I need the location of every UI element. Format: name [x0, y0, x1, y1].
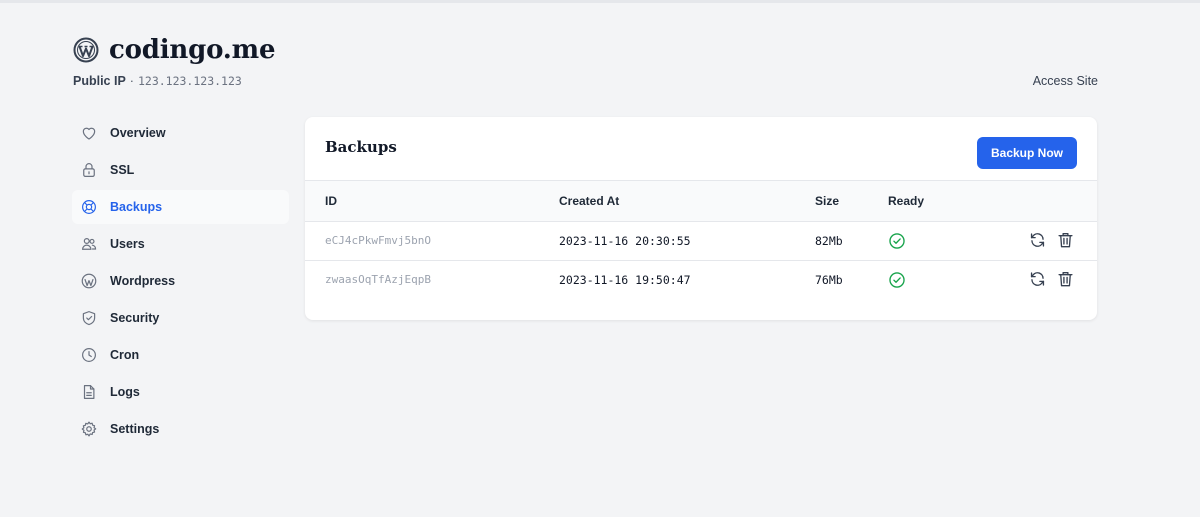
sidebar-item-label: Settings [110, 422, 160, 436]
sidebar-item-wordpress[interactable]: Wordpress [72, 264, 289, 298]
sidebar-item-cron[interactable]: Cron [72, 338, 289, 372]
backups-table-header: ID Created At Size Ready [305, 180, 1097, 222]
shield-check-icon [80, 309, 98, 327]
document-icon [80, 383, 98, 401]
check-circle-icon [888, 232, 906, 253]
site-header: codingo.me Public IP · 123.123.123.123 A… [73, 35, 1098, 88]
table-row: eCJ4cPkwFmvj5bnO 2023-11-16 20:30:55 82M… [305, 222, 1097, 261]
row-actions [1028, 230, 1075, 250]
sidebar-item-users[interactable]: Users [72, 227, 289, 261]
heart-icon [80, 124, 98, 142]
public-ip-value: 123.123.123.123 [137, 74, 242, 88]
site-title: codingo.me [109, 35, 276, 65]
wordpress-icon [73, 37, 99, 63]
sidebar-item-security[interactable]: Security [72, 301, 289, 335]
backup-size: 76Mb [815, 273, 843, 287]
wordpress-icon [80, 272, 98, 290]
column-header-id: ID [325, 194, 337, 208]
public-ip-label: Public IP [73, 74, 126, 88]
sidebar-item-ssl[interactable]: SSL [72, 153, 289, 187]
sidebar-item-logs[interactable]: Logs [72, 375, 289, 409]
clock-icon [80, 346, 98, 364]
access-site-link[interactable]: Access Site [1033, 74, 1098, 88]
public-ip-separator: · [129, 74, 134, 88]
top-border [0, 0, 1200, 3]
backup-now-button[interactable]: Backup Now [976, 137, 1077, 169]
column-header-created-at: Created At [559, 194, 620, 208]
trash-icon[interactable] [1056, 269, 1075, 289]
restore-icon[interactable] [1028, 230, 1047, 250]
sidebar-item-overview[interactable]: Overview [72, 116, 289, 150]
backups-title: Backups [325, 138, 397, 156]
public-ip: Public IP · 123.123.123.123 [73, 74, 1098, 88]
table-row: zwaasOqTfAzjEqpB 2023-11-16 19:50:47 76M… [305, 261, 1097, 299]
backup-created-at: 2023-11-16 19:50:47 [559, 273, 691, 287]
sidebar-item-settings[interactable]: Settings [72, 412, 289, 446]
sidebar-item-label: SSL [110, 163, 135, 177]
row-actions [1028, 269, 1075, 289]
site-title-row: codingo.me [73, 35, 1098, 65]
lifebuoy-icon [80, 198, 98, 216]
sidebar-nav: Overview SSL Backups Users Wordpress Sec… [72, 116, 289, 449]
backup-id: zwaasOqTfAzjEqpB [325, 273, 431, 286]
users-icon [80, 235, 98, 253]
column-header-ready: Ready [888, 194, 925, 208]
lock-icon [80, 161, 98, 179]
backups-card: Backups Backup Now ID Created At Size Re… [305, 117, 1097, 320]
backup-created-at: 2023-11-16 20:30:55 [559, 234, 691, 248]
check-circle-icon [888, 271, 906, 292]
backup-size: 82Mb [815, 234, 843, 248]
gear-icon [80, 420, 98, 438]
sidebar-item-label: Users [110, 237, 145, 251]
sidebar-item-label: Backups [110, 200, 163, 214]
backups-card-header: Backups Backup Now [305, 117, 1097, 180]
sidebar-item-label: Wordpress [110, 274, 176, 288]
trash-icon[interactable] [1056, 230, 1075, 250]
sidebar-item-label: Cron [110, 348, 140, 362]
sidebar-item-label: Overview [110, 126, 166, 140]
sidebar-item-label: Security [110, 311, 160, 325]
sidebar-item-label: Logs [110, 385, 140, 399]
backup-id: eCJ4cPkwFmvj5bnO [325, 234, 431, 247]
column-header-size: Size [815, 194, 840, 208]
sidebar-item-backups[interactable]: Backups [72, 190, 289, 224]
restore-icon[interactable] [1028, 269, 1047, 289]
